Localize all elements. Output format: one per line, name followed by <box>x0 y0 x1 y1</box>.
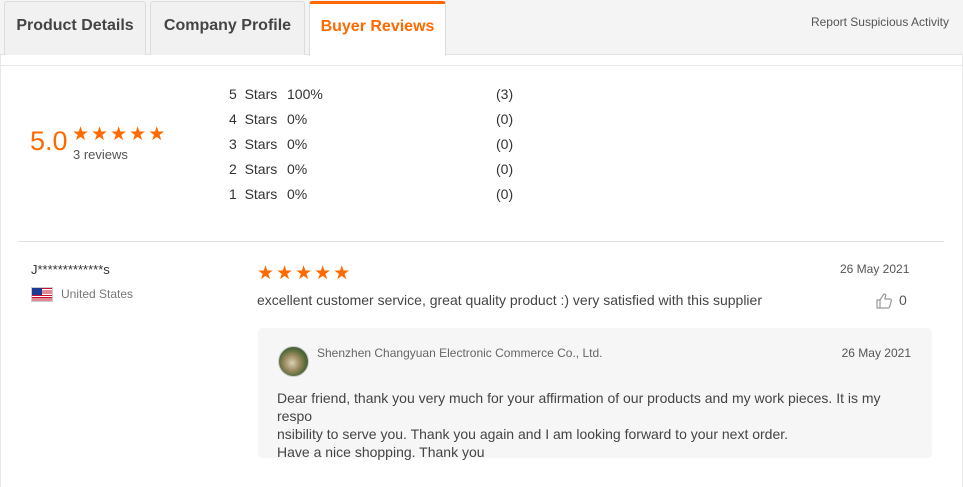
rating-row-2[interactable]: 2 Stars 0% (0) <box>229 161 529 181</box>
review-count: 3 reviews <box>73 147 128 162</box>
reply-text: Dear friend, thank you very much for you… <box>277 389 917 461</box>
star-icon: ★ <box>91 123 109 145</box>
tab-buyer-reviews[interactable]: Buyer Reviews <box>309 1 446 56</box>
thumbs-up-icon[interactable] <box>875 292 893 310</box>
tab-product-details[interactable]: Product Details <box>4 1 146 55</box>
rating-row-3[interactable]: 3 Stars 0% (0) <box>229 136 529 156</box>
star-icon: ★ <box>333 262 351 284</box>
rating-row-5[interactable]: 5 Stars 100% (3) <box>229 86 529 106</box>
supplier-reply: Shenzhen Changyuan Electronic Commerce C… <box>258 328 932 461</box>
star-icon: ★ <box>276 262 294 284</box>
reply-line: Have a nice shopping. Thank you <box>277 444 485 460</box>
rating-percent: 0% <box>287 186 308 202</box>
star-icon: ★ <box>257 262 275 284</box>
reviewer-country: United States <box>61 287 134 301</box>
supplier-avatar <box>278 346 309 377</box>
average-stars: ★ ★ ★ ★ ★ <box>72 125 165 144</box>
star-icon: ★ <box>129 123 147 145</box>
rating-label: 1 Stars <box>229 186 278 202</box>
tab-bar: Product Details Company Profile Buyer Re… <box>0 0 963 56</box>
average-score: 5.0 <box>30 126 68 156</box>
rating-count: (3) <box>496 86 514 102</box>
reviewer-name: J*************s <box>31 262 110 277</box>
rating-percent: 0% <box>287 111 308 127</box>
rating-count: (0) <box>496 186 514 202</box>
rating-label: 2 Stars <box>229 161 278 177</box>
rating-count: (0) <box>496 111 514 127</box>
rating-label: 3 Stars <box>229 136 278 152</box>
rating-label: 5 Stars <box>229 86 278 102</box>
tab-company-profile[interactable]: Company Profile <box>150 1 305 55</box>
star-icon: ★ <box>148 123 166 145</box>
star-icon: ★ <box>295 262 313 284</box>
section-divider <box>18 241 944 242</box>
like-count: 0 <box>899 292 907 308</box>
reply-date: 26 May 2021 <box>841 346 911 360</box>
rating-row-4[interactable]: 4 Stars 0% (0) <box>229 111 529 131</box>
reply-line: Dear friend, thank you very much for you… <box>277 390 881 424</box>
review-date: 26 May 2021 <box>840 262 910 276</box>
supplier-name: Shenzhen Changyuan Electronic Commerce C… <box>317 346 603 360</box>
reply-line: nsibility to serve you. Thank you again … <box>277 426 789 442</box>
review-text: excellent customer service, great qualit… <box>257 292 762 308</box>
rating-percent: 0% <box>287 161 308 177</box>
rating-count: (0) <box>496 136 514 152</box>
rating-row-1[interactable]: 1 Stars 0% (0) <box>229 186 529 206</box>
report-suspicious-activity-link[interactable]: Report Suspicious Activity <box>811 15 949 29</box>
rating-count: (0) <box>496 161 514 177</box>
star-icon: ★ <box>110 123 128 145</box>
us-flag-icon <box>31 287 53 302</box>
star-icon: ★ <box>314 262 332 284</box>
rating-label: 4 Stars <box>229 111 278 127</box>
rating-percent: 0% <box>287 136 308 152</box>
star-icon: ★ <box>72 123 90 145</box>
rating-percent: 100% <box>287 86 323 102</box>
review-stars: ★ ★ ★ ★ ★ <box>257 264 350 283</box>
top-divider <box>0 65 963 66</box>
